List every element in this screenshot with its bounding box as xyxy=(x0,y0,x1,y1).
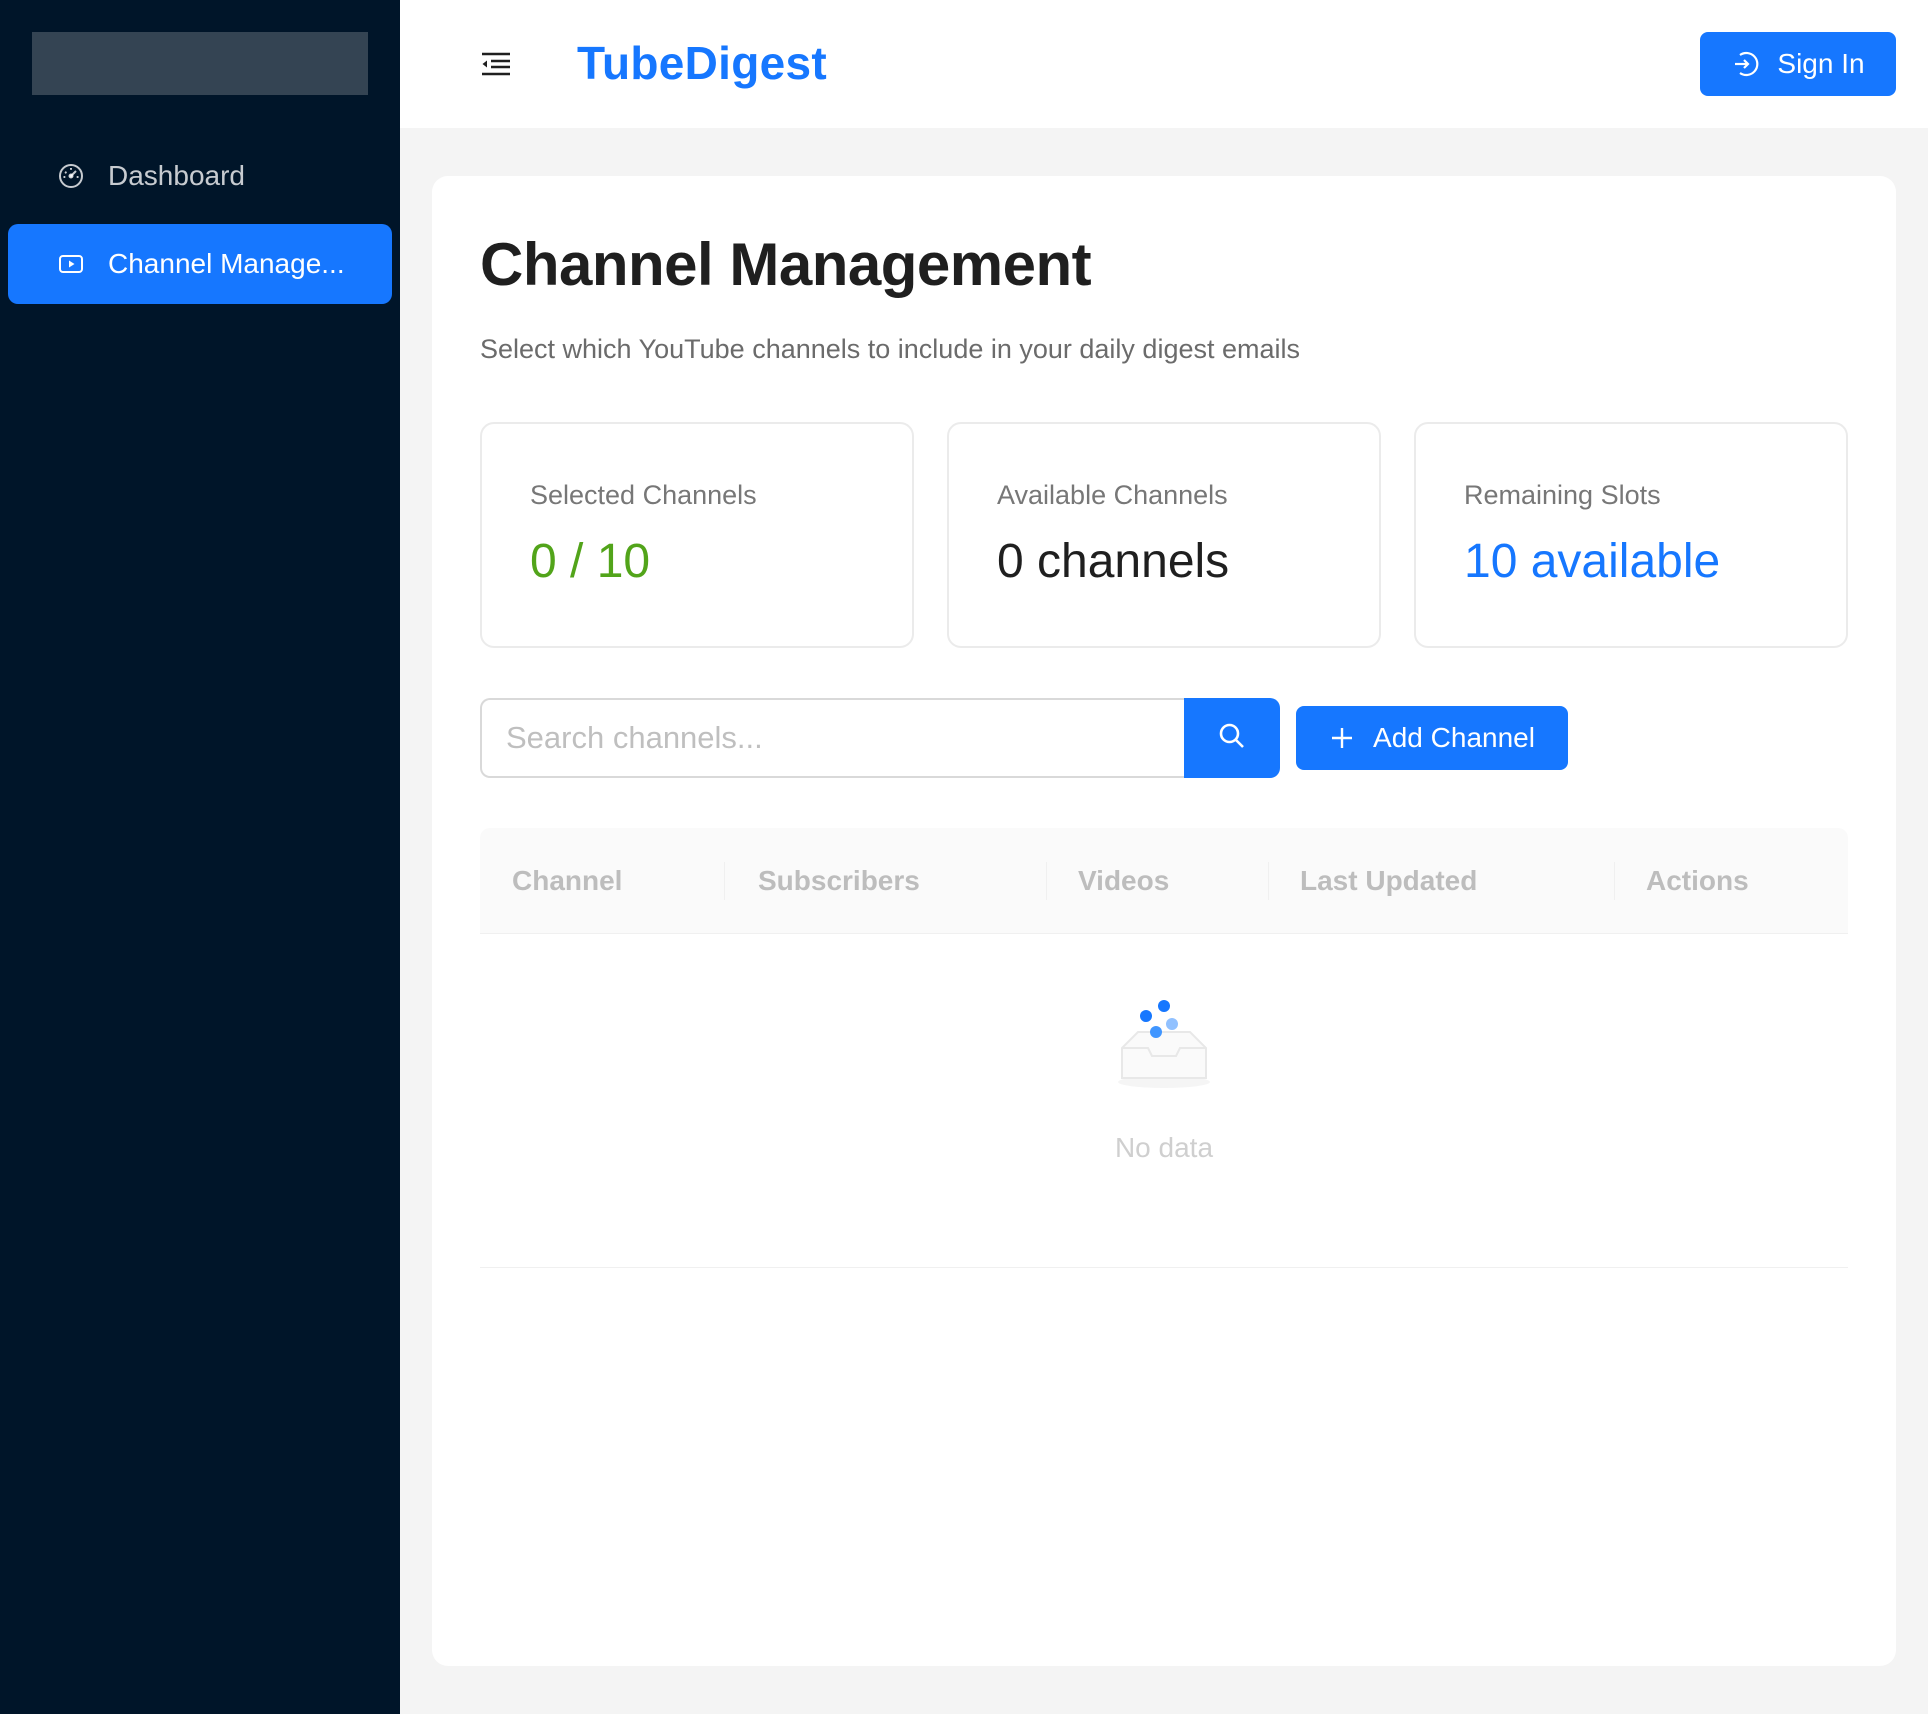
stat-value: 0 channels xyxy=(997,535,1230,588)
column-divider xyxy=(1614,862,1615,900)
stat-value: 10 available xyxy=(1464,535,1721,588)
stat-value: 0 / 10 xyxy=(530,535,651,588)
sidebar-item-label: Channel Manage... xyxy=(108,248,345,279)
column-divider xyxy=(724,862,725,900)
stat-label: Selected Channels xyxy=(530,480,757,510)
logo-placeholder xyxy=(32,32,368,95)
stat-label: Remaining Slots xyxy=(1464,480,1661,510)
sign-in-button[interactable]: Sign In xyxy=(1700,32,1896,96)
stat-card-remaining: Remaining Slots 10 available xyxy=(1414,422,1848,648)
column-header-actions: Actions xyxy=(1646,865,1749,896)
add-channel-label: Add Channel xyxy=(1373,722,1535,753)
empty-inbox-icon xyxy=(1112,994,1216,1094)
brand-title[interactable]: TubeDigest xyxy=(577,36,827,90)
empty-text: No data xyxy=(1114,1132,1214,1163)
table-empty-state: No data xyxy=(480,934,1848,1268)
search-icon xyxy=(1217,721,1247,756)
stat-card-selected: Selected Channels 0 / 10 xyxy=(480,422,914,648)
sidebar-item-dashboard[interactable]: Dashboard xyxy=(8,136,392,216)
search-input[interactable] xyxy=(480,698,1185,778)
video-icon xyxy=(56,249,86,279)
stat-card-available: Available Channels 0 channels xyxy=(947,422,1381,648)
plus-icon xyxy=(1329,724,1357,752)
column-divider xyxy=(1268,862,1269,900)
page-subtitle: Select which YouTube channels to include… xyxy=(480,334,1300,364)
sidebar-item-label: Dashboard xyxy=(108,160,245,191)
column-header-subscribers[interactable]: Subscribers xyxy=(758,828,920,934)
sign-in-label: Sign In xyxy=(1777,48,1865,79)
content-card: Channel Management Select which YouTube … xyxy=(432,176,1896,1666)
sidebar-item-channel-management[interactable]: Channel Manage... xyxy=(8,224,392,304)
add-channel-button[interactable]: Add Channel xyxy=(1296,706,1568,770)
search-button[interactable] xyxy=(1184,698,1280,778)
column-header-channel[interactable]: Channel xyxy=(512,828,622,934)
search-group xyxy=(480,698,1280,778)
dashboard-icon xyxy=(56,161,86,191)
stat-label: Available Channels xyxy=(997,480,1228,510)
table-header: Channel Subscribers Videos Last Updated … xyxy=(480,828,1848,934)
column-divider xyxy=(1046,862,1047,900)
page-title: Channel Management xyxy=(480,231,1092,298)
login-icon xyxy=(1731,49,1761,79)
menu-fold-icon[interactable] xyxy=(478,46,514,82)
column-header-last-updated[interactable]: Last Updated xyxy=(1300,828,1477,934)
top-header: TubeDigest Sign In xyxy=(400,0,1928,128)
sidebar: Dashboard Channel Manage... xyxy=(0,0,400,1714)
column-header-videos[interactable]: Videos xyxy=(1078,828,1169,934)
